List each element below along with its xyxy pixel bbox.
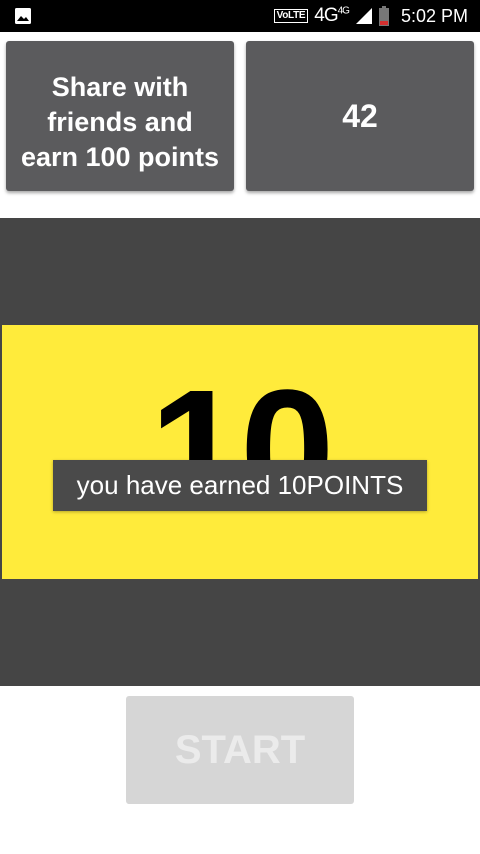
score-value: 42 bbox=[342, 97, 378, 134]
points-highlight-box: 10 bbox=[2, 325, 478, 579]
score-card: 42 bbox=[246, 41, 474, 191]
network-type: 4G4G bbox=[314, 5, 350, 26]
signal-icon bbox=[355, 7, 373, 25]
battery-icon bbox=[378, 6, 389, 26]
share-button[interactable]: Share with friends and earn 100 points bbox=[6, 41, 234, 191]
volte-indicator: VoLTE bbox=[273, 9, 309, 23]
status-icons: VoLTE 4G4G 5:02 PM bbox=[273, 0, 468, 32]
share-label: Share with friends and earn 100 points bbox=[20, 71, 220, 172]
toast-message: you have earned 10POINTS bbox=[53, 460, 427, 511]
image-icon bbox=[14, 7, 32, 25]
start-button[interactable]: START bbox=[126, 696, 354, 804]
status-bar: VoLTE 4G4G 5:02 PM bbox=[0, 0, 480, 32]
game-panel: 10 you have earned 10POINTS bbox=[0, 218, 480, 686]
clock: 5:02 PM bbox=[400, 5, 468, 26]
